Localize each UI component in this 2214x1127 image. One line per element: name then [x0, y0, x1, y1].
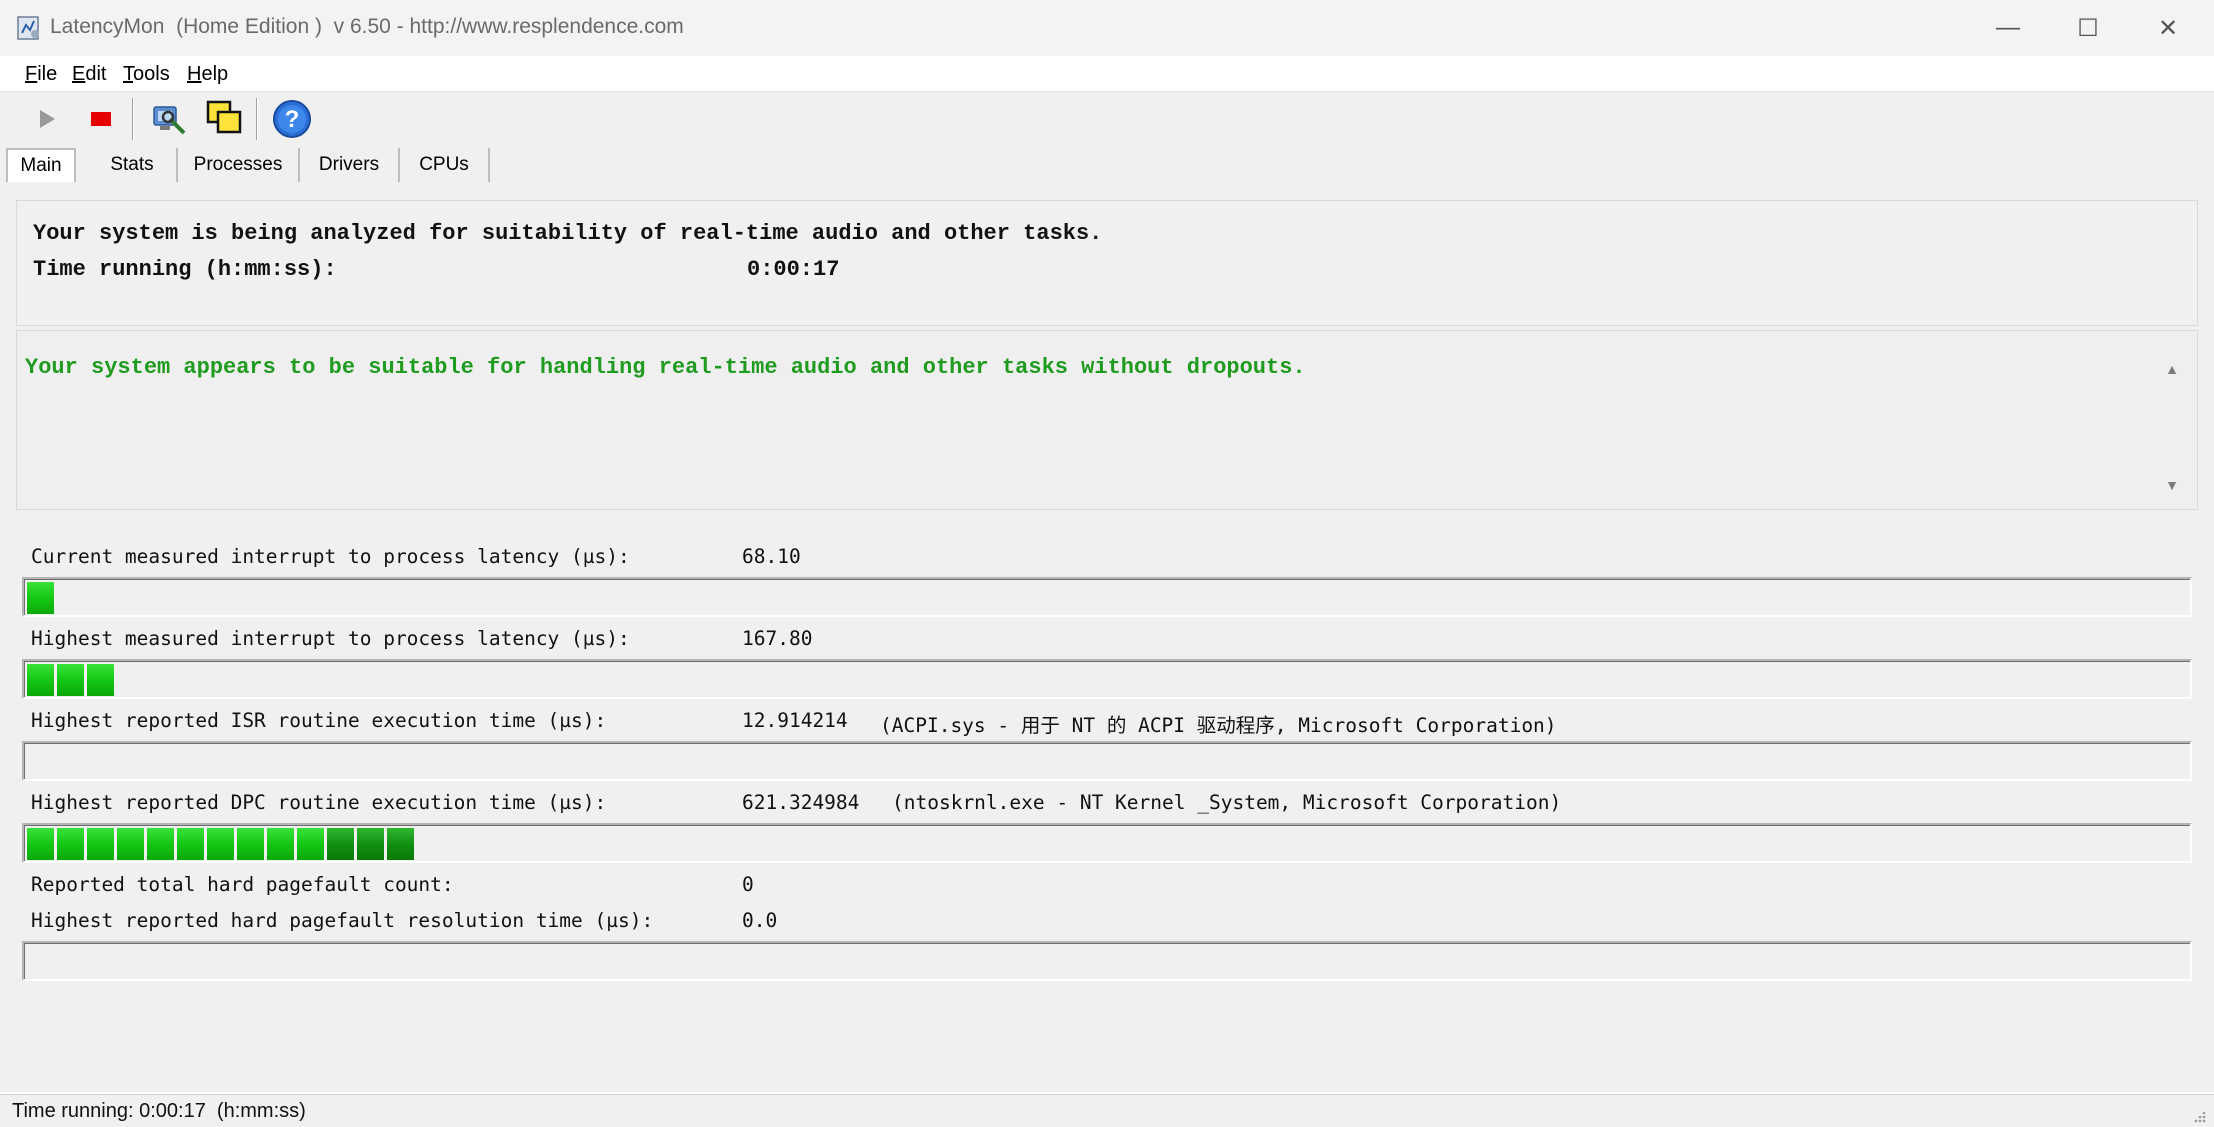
tab-bar: Main Stats Processes Drivers CPUs [0, 144, 2214, 184]
toolbar-separator [132, 98, 134, 140]
tab-stats[interactable]: Stats [88, 148, 178, 182]
metric-value: 68.10 [742, 545, 801, 568]
time-running-label: Time running (h:mm:ss): [33, 257, 337, 282]
progress-segment [27, 828, 54, 860]
metric-value: 12.914214 [742, 709, 848, 732]
summary-panel: Your system is being analyzed for suitab… [16, 200, 2198, 326]
svg-text:?: ? [285, 106, 300, 133]
progress-segment [207, 828, 234, 860]
metric-label: Highest reported DPC routine execution t… [31, 791, 607, 814]
progress-segment [177, 828, 204, 860]
menu-tools[interactable]: Tools [123, 63, 170, 86]
menu-edit[interactable]: Edit [72, 63, 106, 86]
minimize-button[interactable]: — [1968, 0, 2048, 56]
client-area: ? Main Stats Processes Drivers CPUs Your… [0, 92, 2214, 1092]
title-bar: LatencyMon (Home Edition ) v 6.50 - http… [0, 0, 2214, 56]
scroll-up-icon[interactable]: ▲ [2165, 361, 2179, 377]
metric-value: 621.324984 [742, 791, 860, 814]
time-running-value: 0:00:17 [747, 257, 840, 282]
verdict-text: Your system appears to be suitable for h… [25, 355, 1306, 380]
tab-drivers[interactable]: Drivers [300, 148, 400, 182]
close-button[interactable]: ✕ [2128, 0, 2208, 56]
pagefault-count-value: 0 [742, 873, 754, 896]
progress-segment [117, 828, 144, 860]
help-icon[interactable]: ? [271, 98, 313, 140]
toolbar-separator [256, 98, 258, 140]
menu-file[interactable]: File [25, 63, 57, 86]
pagefault-bar [22, 941, 2192, 981]
latency-bar-current [22, 577, 2192, 617]
metric-detail: (ntoskrnl.exe - NT Kernel _System, Micro… [892, 791, 1562, 814]
progress-segment [27, 664, 54, 696]
metric-label: Current measured interrupt to process la… [31, 545, 630, 568]
latency-bar-highest [22, 659, 2192, 699]
progress-segment [297, 828, 324, 860]
analysis-headline: Your system is being analyzed for suitab… [33, 221, 1103, 246]
progress-segment [57, 664, 84, 696]
pagefault-time-value: 0.0 [742, 909, 778, 932]
progress-segment [357, 828, 384, 860]
stop-icon[interactable] [80, 98, 122, 140]
progress-segment [267, 828, 294, 860]
toolbar: ? [0, 92, 2214, 144]
progress-segment [57, 828, 84, 860]
scroll-down-icon[interactable]: ▼ [2165, 477, 2179, 493]
resize-grip-icon[interactable] [2192, 1109, 2206, 1123]
progress-segment [87, 664, 114, 696]
metric-label: Highest measured interrupt to process la… [31, 627, 630, 650]
metric-value: 167.80 [742, 627, 813, 650]
latencymon-app-icon [16, 15, 42, 41]
window-title: LatencyMon (Home Edition ) v 6.50 - http… [50, 15, 684, 38]
menu-bar: File Edit Tools Help [0, 56, 2214, 92]
maximize-button[interactable]: ☐ [2048, 0, 2128, 56]
dpc-bar [22, 823, 2192, 863]
status-text: Time running: 0:00:17 (h:mm:ss) [12, 1100, 306, 1122]
progress-segment [237, 828, 264, 860]
progress-segment [387, 828, 414, 860]
progress-segment [87, 828, 114, 860]
isr-bar [22, 741, 2192, 781]
progress-segment [147, 828, 174, 860]
tab-processes[interactable]: Processes [178, 148, 300, 182]
tab-cpus[interactable]: CPUs [400, 148, 490, 182]
progress-segment [327, 828, 354, 860]
metric-detail: (ACPI.sys - 用于 NT 的 ACPI 驱动程序, Microsoft… [880, 714, 1557, 737]
progress-segment [27, 582, 54, 614]
pagefault-count-label: Reported total hard pagefault count: [31, 873, 454, 896]
tab-main[interactable]: Main [6, 148, 76, 182]
windows-icon[interactable] [204, 98, 246, 140]
status-bar: Time running: 0:00:17 (h:mm:ss) [0, 1094, 2214, 1127]
menu-help[interactable]: Help [187, 63, 228, 86]
pagefault-time-label: Highest reported hard pagefault resoluti… [31, 909, 654, 932]
verdict-panel: Your system appears to be suitable for h… [16, 330, 2198, 510]
metric-label: Highest reported ISR routine execution t… [31, 709, 607, 732]
play-icon[interactable] [26, 98, 68, 140]
analyze-icon[interactable] [147, 98, 189, 140]
